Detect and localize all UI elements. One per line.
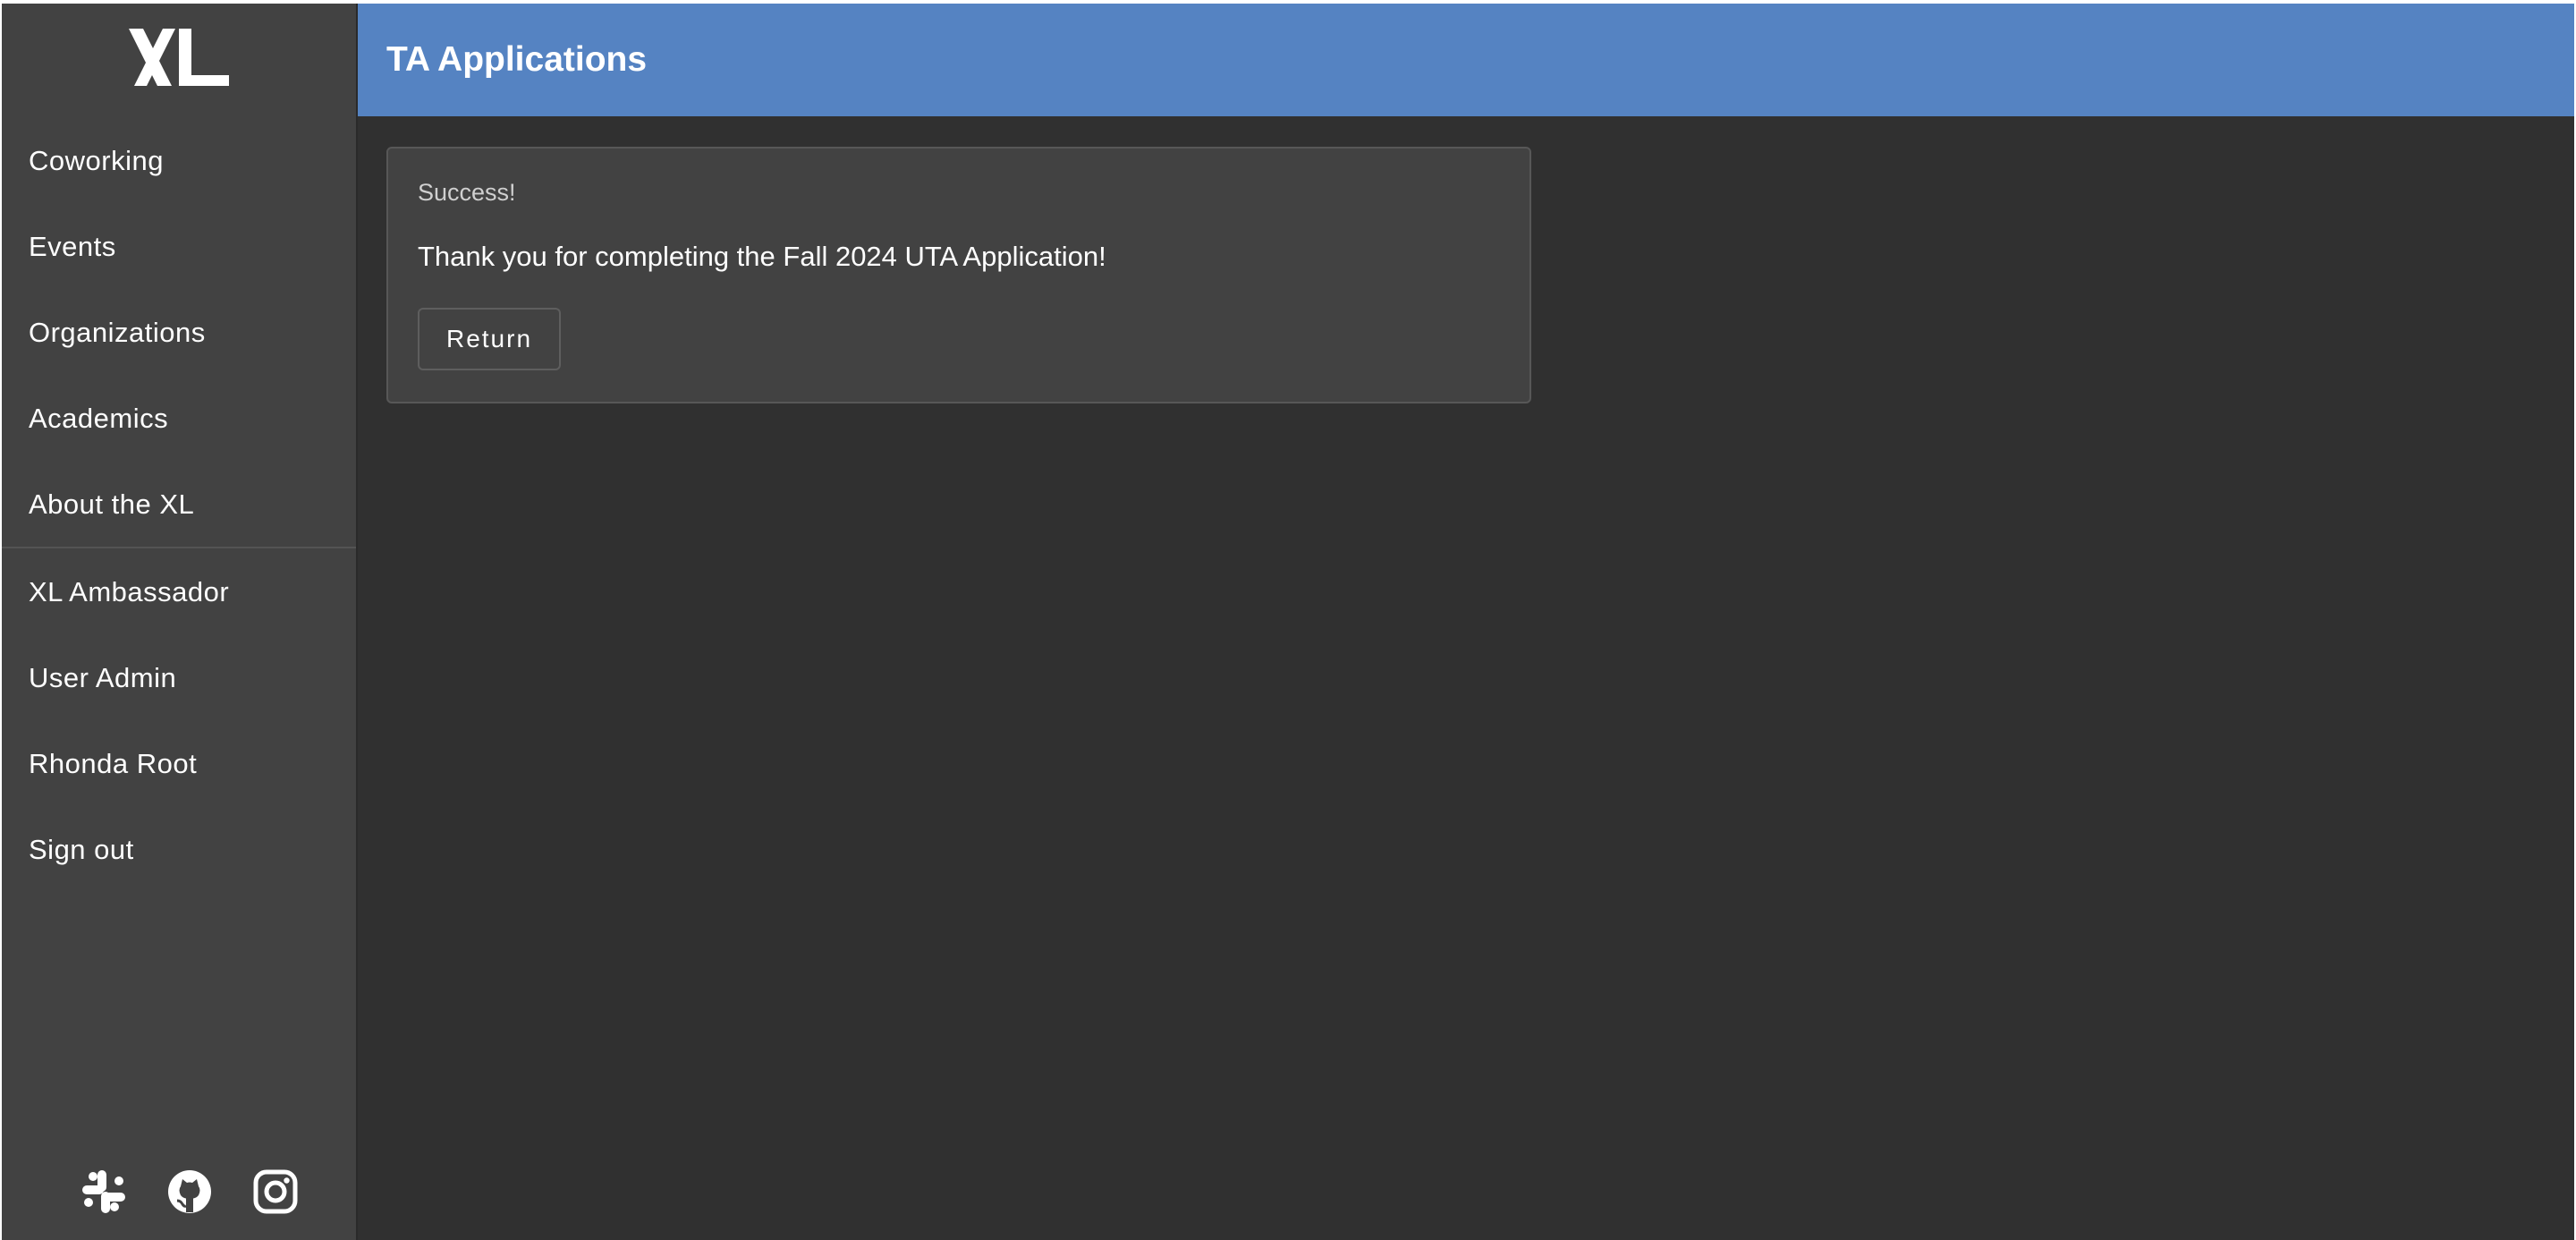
- sidebar-item-events[interactable]: Events: [29, 220, 116, 274]
- sidebar-item-user-admin[interactable]: User Admin: [29, 651, 176, 705]
- sidebar-item-profile[interactable]: Rhonda Root: [29, 737, 197, 791]
- card-message: Thank you for completing the Fall 2024 U…: [418, 241, 1106, 272]
- sidebar: Coworking Events Organizations Academics…: [2, 4, 358, 1240]
- sidebar-item-organizations[interactable]: Organizations: [29, 306, 206, 360]
- page-header: TA Applications: [358, 4, 2574, 116]
- sidebar-item-academics[interactable]: Academics: [29, 392, 168, 446]
- page-title: TA Applications: [386, 40, 648, 79]
- success-card: Success! Thank you for completing the Fa…: [386, 147, 1531, 403]
- sidebar-item-xl-ambassador[interactable]: XL Ambassador: [29, 565, 229, 619]
- xl-logo-icon[interactable]: [127, 27, 231, 88]
- instagram-icon[interactable]: [252, 1168, 299, 1215]
- return-button[interactable]: Return: [418, 308, 561, 370]
- sidebar-item-about-the-xl[interactable]: About the XL: [29, 478, 194, 531]
- sidebar-divider: [2, 547, 356, 548]
- slack-icon[interactable]: [80, 1168, 127, 1215]
- app-frame: Coworking Events Organizations Academics…: [2, 4, 2574, 1240]
- sidebar-item-sign-out[interactable]: Sign out: [29, 823, 134, 877]
- card-subtitle: Success!: [418, 179, 516, 206]
- sidebar-item-coworking[interactable]: Coworking: [29, 134, 164, 188]
- github-icon[interactable]: [166, 1168, 213, 1215]
